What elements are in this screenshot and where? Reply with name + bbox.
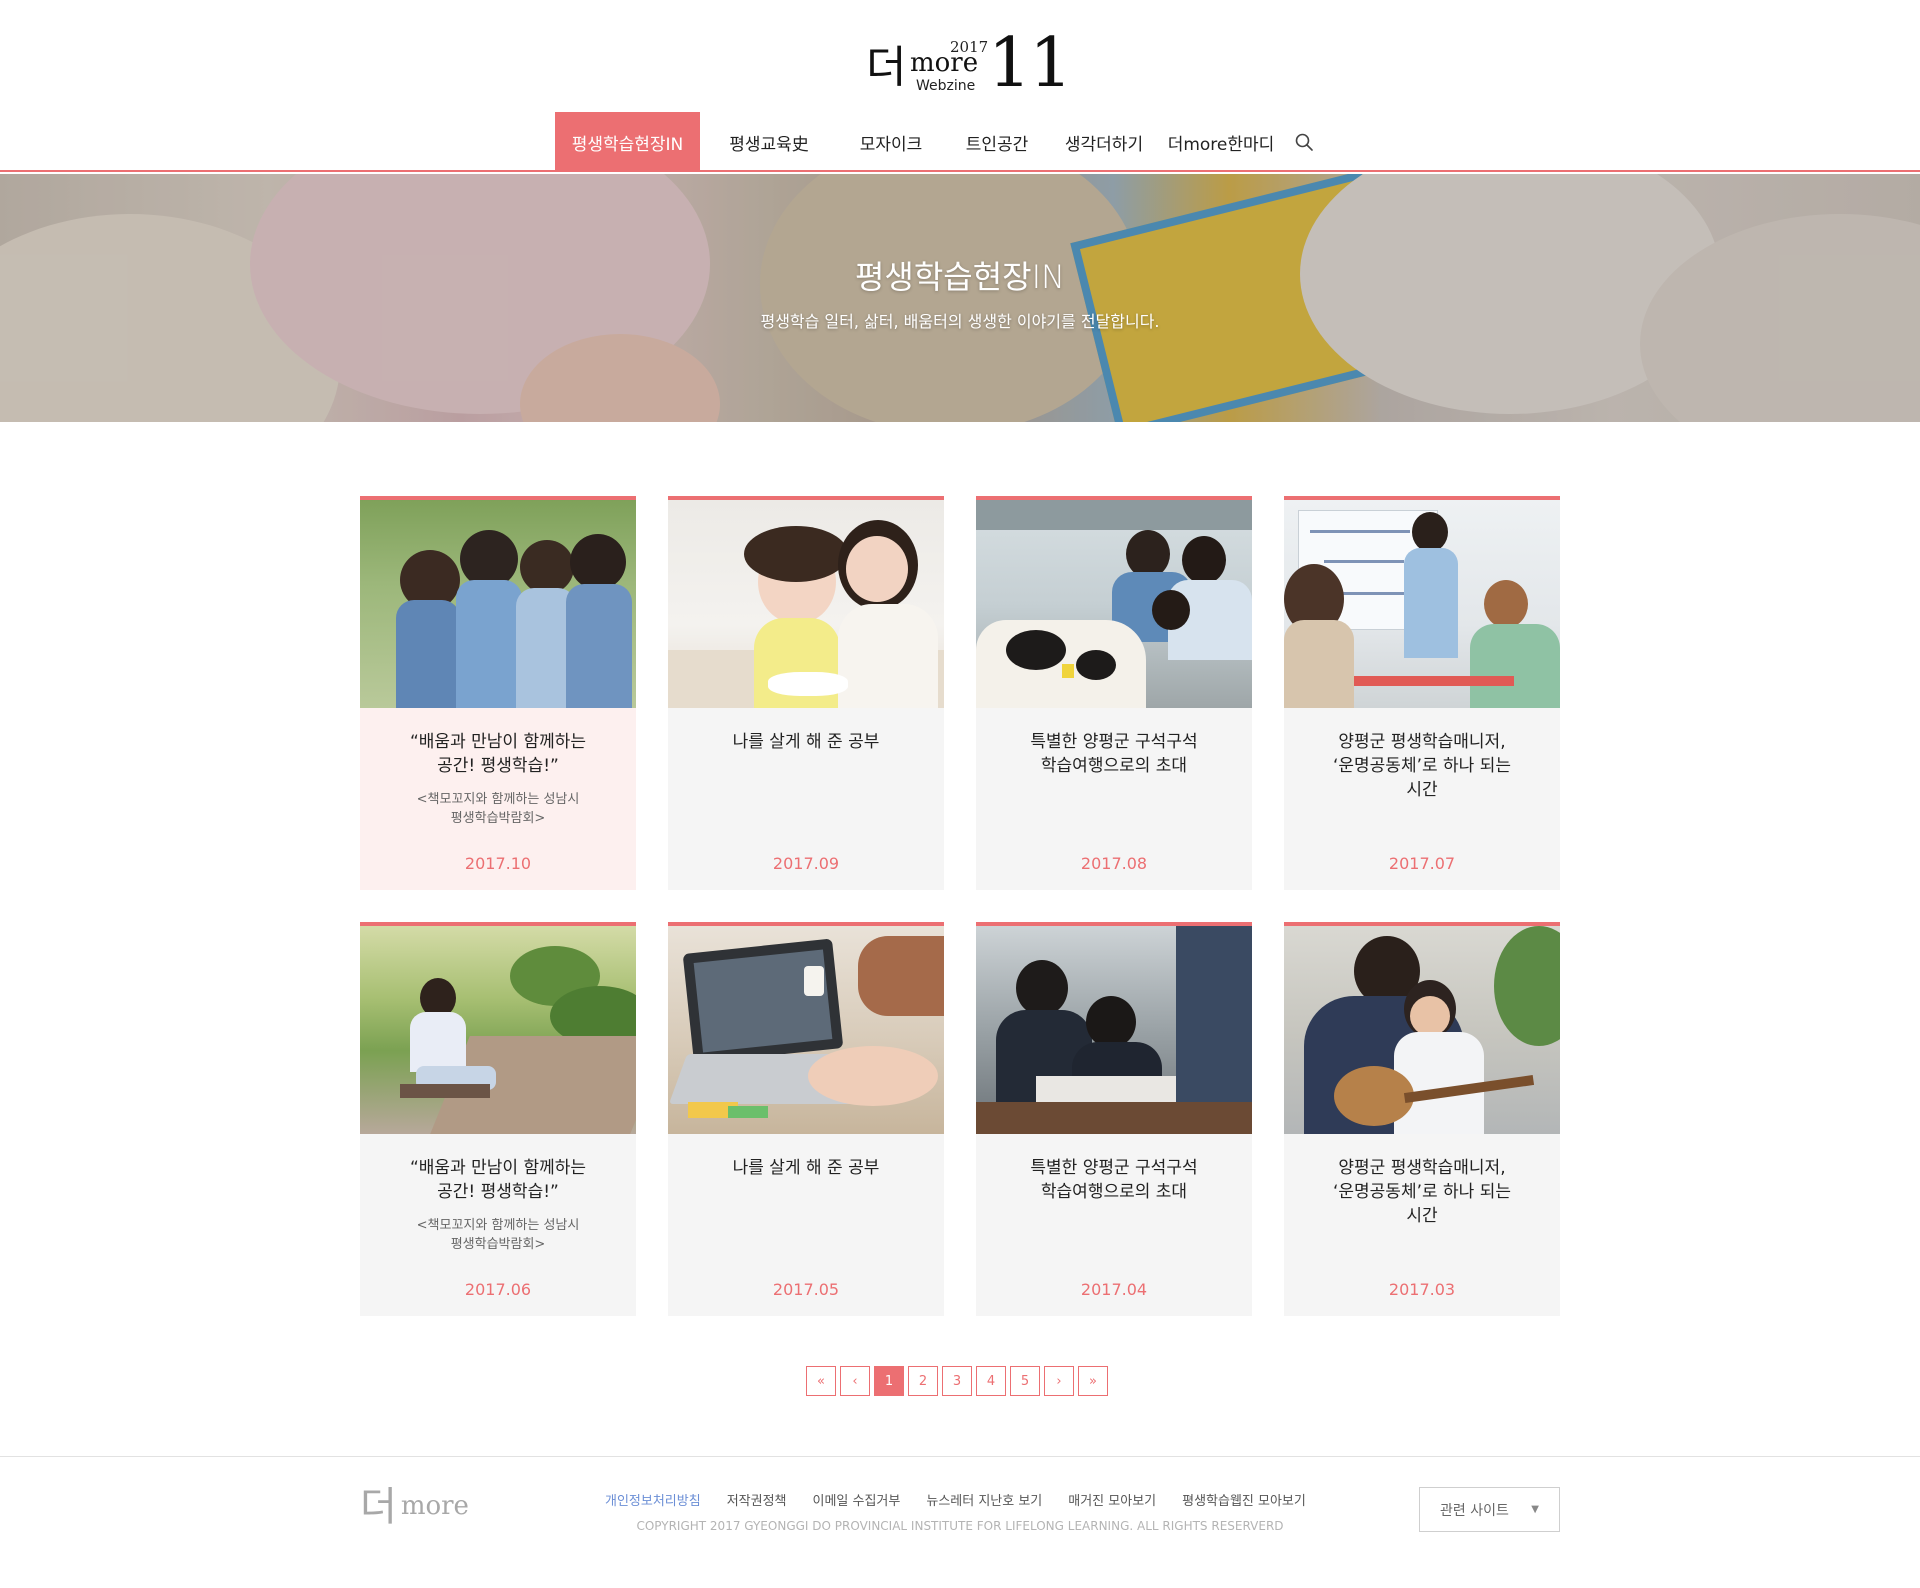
search-icon: [1295, 133, 1313, 151]
page-first-button[interactable]: «: [806, 1366, 836, 1396]
search-button[interactable]: [1284, 112, 1324, 172]
card-thumbnail: [360, 500, 636, 708]
nav-item-history[interactable]: 평생교육史: [700, 112, 838, 172]
hero-subtitle: 평생학습 일터, 삶터, 배움터의 생생한 이야기를 전달합니다.: [760, 312, 1160, 331]
logo-han: 더: [866, 42, 907, 93]
nav-item-open-space[interactable]: 트인공간: [944, 112, 1050, 172]
footer-logo-more: more: [400, 1491, 469, 1521]
article-card[interactable]: “배움과 만남이 함께하는 공간! 평생학습!” <책모꼬지와 함께하는 성남시…: [360, 922, 636, 1316]
page-next-button[interactable]: ›: [1044, 1366, 1074, 1396]
nav-item-one-word[interactable]: 더more한마디: [1158, 112, 1284, 172]
card-title: “배움과 만남이 함께하는 공간! 평생학습!”: [409, 732, 586, 776]
webzine-logo[interactable]: 더 more 2017 Webzine 11: [866, 30, 1073, 100]
footer-copyright: COPYRIGHT 2017 GYEONGGI DO PROVINCIAL IN…: [636, 1519, 1284, 1533]
card-thumbnail: [360, 926, 636, 1134]
footer-link-privacy[interactable]: 개인정보처리방침: [592, 1490, 714, 1509]
page-button-3[interactable]: 3: [942, 1366, 972, 1396]
site-footer: 더 more 개인정보처리방침 저작권정책 이메일 수집거부 뉴스레터 지난호 …: [0, 1456, 1920, 1588]
card-title: 나를 살게 해 준 공부: [732, 1158, 880, 1178]
footer-link-magazine-archive[interactable]: 매거진 모아보기: [1055, 1490, 1169, 1509]
card-title: 특별한 양평군 구석구석 학습여행으로의 초대: [1030, 1158, 1198, 1202]
footer-link-webzine-archive[interactable]: 평생학습웹진 모아보기: [1169, 1490, 1319, 1509]
page-button-2[interactable]: 2: [908, 1366, 938, 1396]
page-last-button[interactable]: »: [1078, 1366, 1108, 1396]
pagination: « ‹ 1 2 3 4 5 › »: [806, 1366, 1108, 1396]
card-title: 양평군 평생학습매니저, ‘운명공동체’로 하나 되는 시간: [1332, 1158, 1511, 1226]
main-nav: 평생학습현장IN 평생교육史 모자이크 트인공간 생각더하기 더more한마디: [555, 112, 1324, 172]
footer-link-copyright-policy[interactable]: 저작권정책: [714, 1490, 800, 1509]
related-sites-select[interactable]: 관련 사이트 ▼: [1419, 1487, 1560, 1532]
article-card[interactable]: “배움과 만남이 함께하는 공간! 평생학습!” <책모꼬지와 함께하는 성남시…: [360, 496, 636, 890]
article-card[interactable]: 양평군 평생학습매니저, ‘운명공동체’로 하나 되는 시간 2017.07: [1284, 496, 1560, 890]
page-prev-button[interactable]: ‹: [840, 1366, 870, 1396]
card-title: 양평군 평생학습매니저, ‘운명공동체’로 하나 되는 시간: [1332, 732, 1511, 800]
related-sites-label: 관련 사이트: [1440, 1502, 1509, 1519]
article-card[interactable]: 나를 살게 해 준 공부 2017.05: [668, 922, 944, 1316]
card-date: 2017.06: [464, 1280, 532, 1299]
hero-title: 평생학습현장IN: [854, 258, 1065, 296]
nav-item-thoughts[interactable]: 생각더하기: [1050, 112, 1158, 172]
card-date: 2017.03: [1388, 1280, 1456, 1299]
card-subtitle: <책모꼬지와 함께하는 성남시 평생학습박람회>: [416, 792, 580, 826]
card-thumbnail: [1284, 500, 1560, 708]
page-button-4[interactable]: 4: [976, 1366, 1006, 1396]
footer-link-newsletter-archive[interactable]: 뉴스레터 지난호 보기: [913, 1490, 1055, 1509]
article-card[interactable]: 특별한 양평군 구석구석 학습여행으로의 초대 2017.04: [976, 922, 1252, 1316]
article-card[interactable]: 특별한 양평군 구석구석 학습여행으로의 초대 2017.08: [976, 496, 1252, 890]
card-date: 2017.10: [464, 854, 532, 873]
logo-issue-number: 11: [988, 24, 1073, 103]
card-title: 특별한 양평군 구석구석 학습여행으로의 초대: [1030, 732, 1198, 776]
hero-overlay: [0, 174, 1920, 422]
card-date: 2017.05: [772, 1280, 840, 1299]
card-title: “배움과 만남이 함께하는 공간! 평생학습!”: [409, 1158, 586, 1202]
card-thumbnail: [976, 926, 1252, 1134]
article-card[interactable]: 나를 살게 해 준 공부 2017.09: [668, 496, 944, 890]
card-thumbnail: [668, 500, 944, 708]
card-thumbnail: [976, 500, 1252, 708]
chevron-down-icon: ▼: [1531, 1504, 1539, 1515]
site-header: 더 more 2017 Webzine 11 평생학습현장IN 평생교육史 모자…: [0, 0, 1920, 172]
logo-webzine: Webzine: [916, 78, 976, 94]
hero-banner: 평생학습현장IN 평생학습 일터, 삶터, 배움터의 생생한 이야기를 전달합니…: [0, 174, 1920, 422]
page-button-5[interactable]: 5: [1010, 1366, 1040, 1396]
logo-year: 2017: [950, 38, 989, 56]
card-date: 2017.04: [1080, 1280, 1148, 1299]
card-date: 2017.07: [1388, 854, 1456, 873]
card-subtitle: <책모꼬지와 함께하는 성남시 평생학습박람회>: [416, 1218, 580, 1252]
footer-links: 개인정보처리방침 저작권정책 이메일 수집거부 뉴스레터 지난호 보기 매거진 …: [592, 1490, 1319, 1509]
nav-item-mosaic[interactable]: 모자이크: [838, 112, 944, 172]
card-thumbnail: [1284, 926, 1560, 1134]
card-thumbnail: [668, 926, 944, 1134]
card-date: 2017.08: [1080, 854, 1148, 873]
footer-link-email-refusal[interactable]: 이메일 수집거부: [800, 1490, 914, 1509]
card-title: 나를 살게 해 준 공부: [732, 732, 880, 752]
article-card[interactable]: 양평군 평생학습매니저, ‘운명공동체’로 하나 되는 시간 2017.03: [1284, 922, 1560, 1316]
card-date: 2017.09: [772, 854, 840, 873]
page-button-1[interactable]: 1: [874, 1366, 904, 1396]
nav-item-field[interactable]: 평생학습현장IN: [555, 112, 700, 172]
